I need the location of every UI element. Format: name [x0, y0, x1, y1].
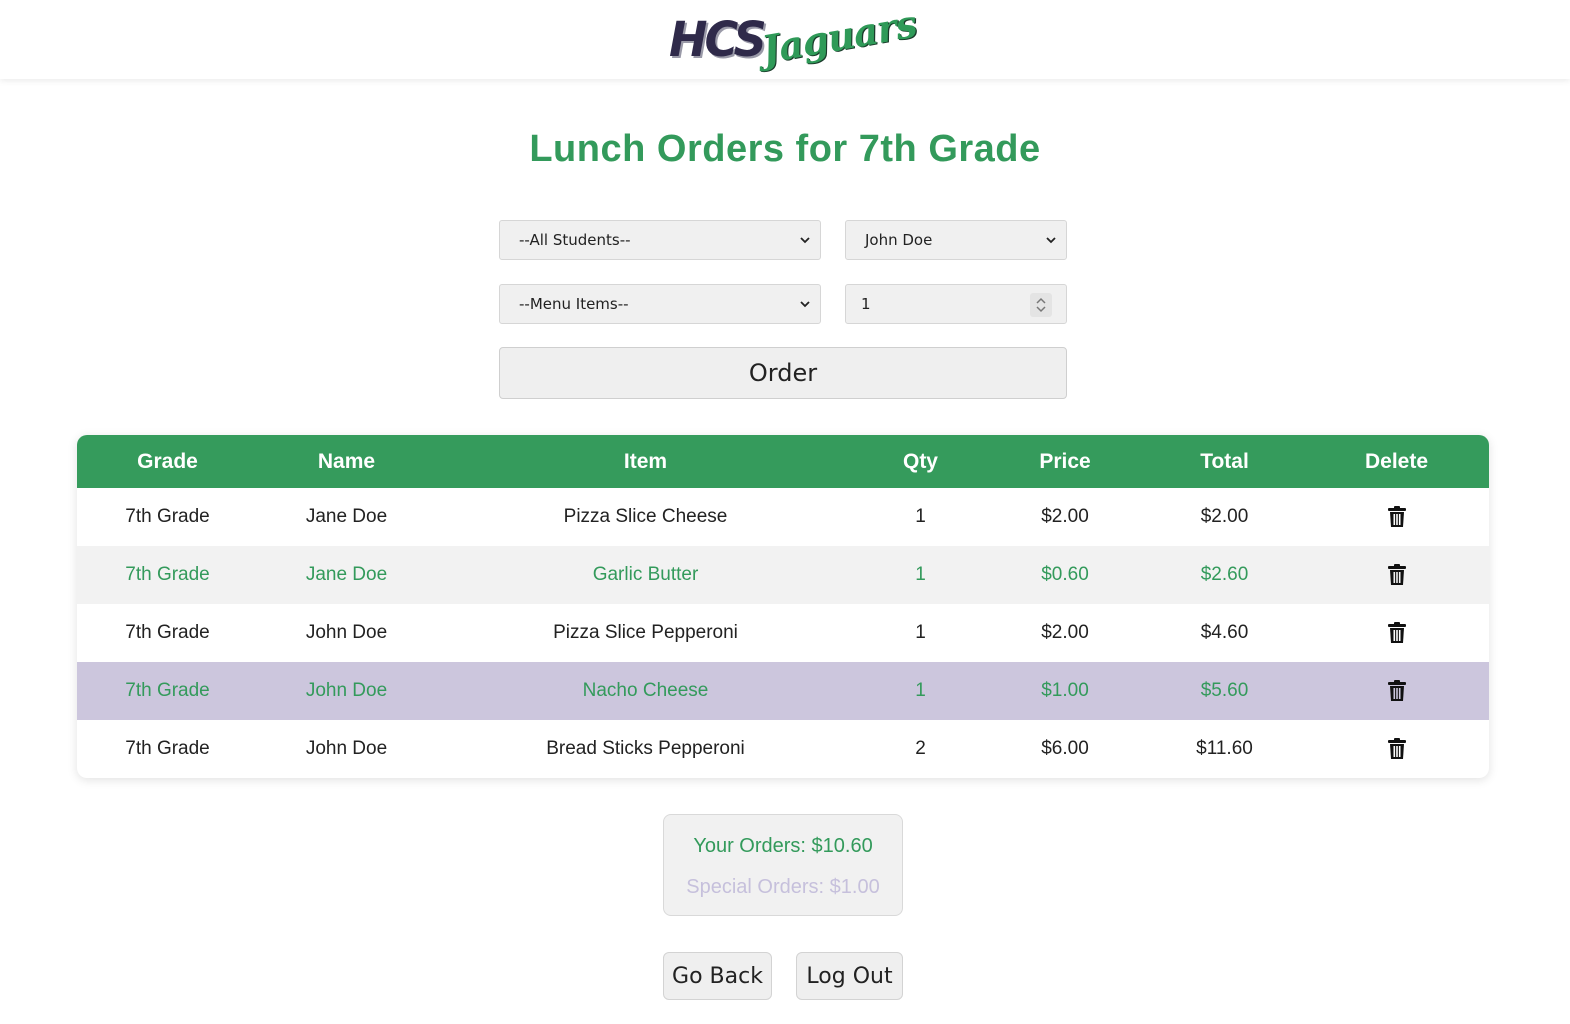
student-select[interactable]: John Doe	[845, 220, 1067, 260]
quantity-value: 1	[861, 295, 871, 313]
cell-price: $1.00	[1041, 680, 1089, 701]
special-orders-total: Special Orders: $1.00	[686, 876, 880, 898]
cell-delete	[1304, 546, 1489, 604]
cell-item: Nacho Cheese	[582, 680, 709, 701]
header-price: Price	[1039, 449, 1091, 473]
cell-grade: 7th Grade	[125, 622, 210, 643]
table-row[interactable]: 7th Grade Jane Doe Pizza Slice Cheese 1 …	[77, 488, 1489, 546]
go-back-button[interactable]: Go Back	[663, 952, 772, 1000]
trash-icon[interactable]	[1387, 679, 1407, 702]
header-qty: Qty	[902, 449, 938, 473]
header-total: Total	[1200, 449, 1249, 473]
cell-name: Jane Doe	[305, 564, 388, 585]
table-row[interactable]: 7th Grade John Doe Bread Sticks Pepperon…	[77, 720, 1489, 778]
cell-grade: 7th Grade	[125, 506, 210, 527]
student-filter-select[interactable]: --All Students--	[499, 220, 821, 260]
cell-name: John Doe	[305, 622, 388, 643]
spinner-icon[interactable]	[1030, 293, 1052, 317]
cell-item: Garlic Butter	[592, 564, 699, 585]
cell-name: Jane Doe	[305, 506, 388, 527]
cell-delete	[1304, 662, 1489, 720]
trash-icon[interactable]	[1387, 737, 1407, 760]
cell-total: $5.60	[1200, 680, 1249, 701]
cell-total: $2.60	[1200, 564, 1249, 585]
cell-grade: 7th Grade	[125, 680, 210, 701]
table-row-special[interactable]: 7th Grade John Doe Nacho Cheese 1 $1.00 …	[77, 662, 1489, 720]
log-out-button[interactable]: Log Out	[796, 952, 903, 1000]
cell-delete	[1304, 720, 1489, 778]
trash-icon[interactable]	[1387, 563, 1407, 586]
order-summary: Your Orders: $10.60 Special Orders: $1.0…	[663, 814, 903, 916]
table-row[interactable]: 7th Grade Jane Doe Garlic Butter 1 $0.60…	[77, 546, 1489, 604]
table-row[interactable]: 7th Grade John Doe Pizza Slice Pepperoni…	[77, 604, 1489, 662]
menu-items-value: --Menu Items--	[519, 295, 629, 313]
cell-qty: 2	[915, 738, 926, 759]
table-header-row: Grade Name Item Qty Price Total Delete	[77, 435, 1489, 488]
site-header: HCS Jaguars	[0, 0, 1570, 79]
header-item: Item	[623, 449, 668, 473]
cell-grade: 7th Grade	[125, 738, 210, 759]
cell-qty: 1	[915, 680, 926, 701]
cell-total: $2.00	[1200, 506, 1249, 527]
chevron-down-icon	[1046, 237, 1056, 244]
orders-table: Grade Name Item Qty Price Total Delete 7…	[77, 435, 1489, 778]
page-title: Lunch Orders for 7th Grade	[529, 128, 1041, 170]
cell-qty: 1	[915, 564, 926, 585]
cell-qty: 1	[915, 506, 926, 527]
cell-price: $2.00	[1041, 622, 1089, 643]
logo-text-jaguars: Jaguars	[758, 0, 920, 72]
header-name: Name	[317, 449, 376, 473]
student-filter-value: --All Students--	[519, 231, 631, 249]
trash-icon[interactable]	[1387, 505, 1407, 528]
cell-item: Bread Sticks Pepperoni	[546, 738, 745, 759]
cell-delete	[1304, 488, 1489, 546]
order-button[interactable]: Order	[499, 347, 1067, 399]
cell-item: Pizza Slice Cheese	[563, 506, 728, 527]
logo-text-hcs: HCS	[669, 10, 767, 67]
cell-price: $6.00	[1041, 738, 1089, 759]
cell-price: $2.00	[1041, 506, 1089, 527]
cell-price: $0.60	[1041, 564, 1089, 585]
your-orders-total: Your Orders: $10.60	[693, 835, 873, 857]
cell-grade: 7th Grade	[125, 564, 210, 585]
header-delete: Delete	[1364, 449, 1429, 473]
quantity-stepper[interactable]: 1	[845, 284, 1067, 324]
cell-name: John Doe	[305, 680, 388, 701]
chevron-down-icon	[800, 237, 810, 244]
cell-name: John Doe	[305, 738, 388, 759]
cell-item: Pizza Slice Pepperoni	[553, 622, 738, 643]
chevron-down-icon	[800, 301, 810, 308]
cell-total: $11.60	[1196, 738, 1253, 759]
cell-qty: 1	[915, 622, 926, 643]
hcs-jaguars-logo[interactable]: HCS Jaguars	[669, 0, 920, 71]
menu-items-select[interactable]: --Menu Items--	[499, 284, 821, 324]
cell-delete	[1304, 604, 1489, 662]
trash-icon[interactable]	[1387, 621, 1407, 644]
cell-total: $4.60	[1200, 622, 1249, 643]
header-grade: Grade	[137, 449, 198, 473]
student-select-value: John Doe	[865, 231, 933, 249]
